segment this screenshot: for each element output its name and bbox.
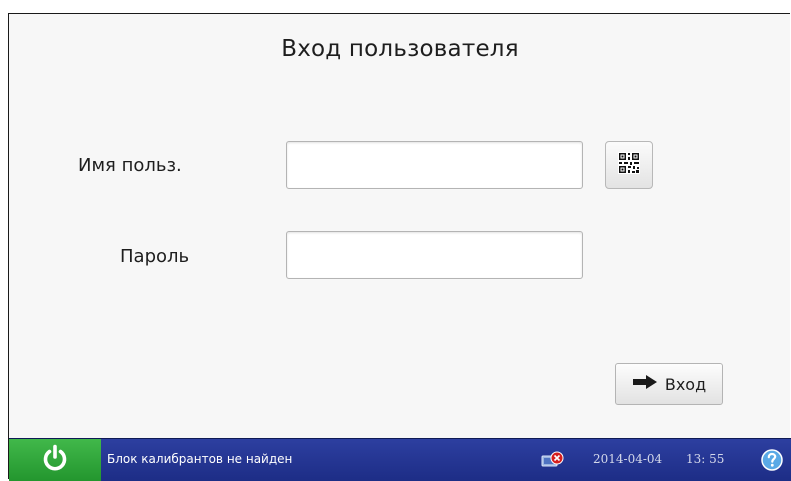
status-date: 2014-04-04 xyxy=(593,452,663,466)
help-icon[interactable] xyxy=(761,449,783,475)
power-icon xyxy=(42,444,68,476)
username-field[interactable] xyxy=(286,141,583,189)
network-disconnected-icon xyxy=(541,451,565,473)
page-title: Вход пользователя xyxy=(281,36,519,62)
qr-code-icon xyxy=(618,152,640,178)
password-label: Пароль xyxy=(120,246,190,267)
status-time: 13: 55 xyxy=(686,452,725,466)
status-message: Блок калибрантов не найден xyxy=(107,452,293,466)
qr-scan-button[interactable] xyxy=(605,141,653,189)
login-button[interactable]: Вход xyxy=(615,363,723,405)
power-button[interactable] xyxy=(9,439,101,481)
username-label: Имя польз. xyxy=(78,155,182,176)
password-field[interactable] xyxy=(286,231,583,279)
login-button-label: Вход xyxy=(664,374,707,394)
login-screen: Вход пользователя Имя польз. Пароль Вход… xyxy=(8,13,791,481)
arrow-right-icon xyxy=(632,374,658,394)
status-bar: Блок калибрантов не найден 2014-04-04 13… xyxy=(9,438,791,481)
